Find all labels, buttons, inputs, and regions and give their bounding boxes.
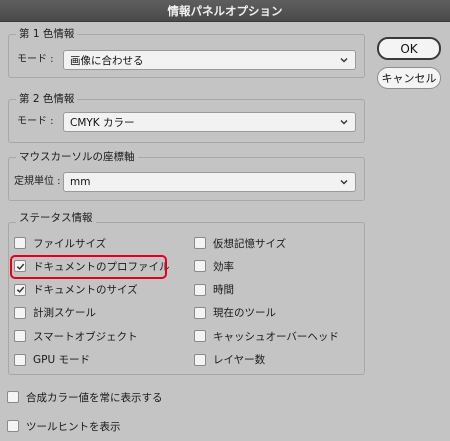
ok-button-label: OK xyxy=(400,41,418,56)
checkbox-label: キャッシュオーバーヘッド xyxy=(213,330,339,343)
highlight-annotation xyxy=(10,255,167,279)
checkbox[interactable] xyxy=(194,237,206,249)
checkbox[interactable] xyxy=(14,353,26,366)
checkbox-label: 合成カラー値を常に表示する xyxy=(26,391,163,404)
second-color-mode-select[interactable]: CMYK カラー xyxy=(63,112,356,132)
status-right-option-3[interactable]: 現在のツール xyxy=(194,306,276,320)
status-info-legend: ステータス情報 xyxy=(16,212,96,225)
checkmark-icon xyxy=(16,286,24,293)
status-right-option-0[interactable]: 仮想記憶サイズ xyxy=(194,236,286,250)
status-right-option-4[interactable]: キャッシュオーバーヘッド xyxy=(194,329,339,343)
cancel-button[interactable]: キャンセル xyxy=(377,67,441,89)
checkbox[interactable] xyxy=(194,306,206,319)
chevron-down-icon xyxy=(340,120,348,125)
window-title: 情報パネルオプション xyxy=(167,3,283,18)
first-color-mode-label: モード : xyxy=(17,54,54,65)
dialog-option-0[interactable]: 合成カラー値を常に表示する xyxy=(7,390,163,404)
first-color-mode-select[interactable]: 画像に合わせる xyxy=(63,50,356,70)
checkbox[interactable] xyxy=(14,306,26,319)
status-left-option-0[interactable]: ファイルサイズ xyxy=(14,236,106,250)
cancel-button-label: キャンセル xyxy=(381,72,437,85)
chevron-down-icon xyxy=(340,180,348,185)
checkbox-label: 時間 xyxy=(213,284,234,297)
checkbox[interactable] xyxy=(194,353,206,366)
checkbox[interactable] xyxy=(14,237,26,249)
checkbox-label: レイヤー数 xyxy=(213,354,266,366)
checkbox-label: 仮想記憶サイズ xyxy=(213,237,287,250)
status-right-option-5[interactable]: レイヤー数 xyxy=(194,353,265,367)
checkbox[interactable] xyxy=(7,391,19,403)
chevron-down-icon xyxy=(340,58,348,63)
status-left-option-5[interactable]: GPU モード xyxy=(14,353,90,367)
checkbox[interactable] xyxy=(14,330,26,343)
second-color-legend: 第 2 色情報 xyxy=(16,93,78,106)
checkbox-label: 計測スケール xyxy=(33,307,96,320)
status-left-option-2[interactable]: ドキュメントのサイズ xyxy=(14,283,138,297)
status-left-option-3[interactable]: 計測スケール xyxy=(14,306,96,320)
first-color-legend: 第 1 色情報 xyxy=(16,28,78,41)
status-right-option-2[interactable]: 時間 xyxy=(194,283,234,297)
dialog-option-1[interactable]: ツールヒントを表示 xyxy=(7,419,121,433)
ruler-unit-value: mm xyxy=(70,176,91,188)
ruler-unit-select[interactable]: mm xyxy=(63,172,356,192)
checkbox-label: ドキュメントのサイズ xyxy=(33,284,138,297)
checkbox-label: ツールヒントを表示 xyxy=(26,420,121,433)
window-titlebar: 情報パネルオプション xyxy=(0,0,450,22)
checkbox[interactable] xyxy=(194,330,206,343)
second-color-mode-value: CMYK カラー xyxy=(70,116,135,129)
status-right-option-1[interactable]: 効率 xyxy=(194,259,234,273)
second-color-mode-label: モード : xyxy=(17,116,54,127)
first-color-mode-value: 画像に合わせる xyxy=(70,54,144,67)
checkbox[interactable] xyxy=(194,260,206,273)
checkbox-label: 効率 xyxy=(213,260,234,273)
ruler-unit-label: 定規単位 : xyxy=(14,176,61,187)
checkbox-label: GPU モード xyxy=(33,354,90,366)
checkbox-label: ファイルサイズ xyxy=(33,237,107,250)
ok-button[interactable]: OK xyxy=(377,37,441,60)
checkbox[interactable] xyxy=(194,283,206,296)
checkbox[interactable] xyxy=(14,283,26,296)
checkbox[interactable] xyxy=(7,420,19,432)
checkbox-label: スマートオブジェクト xyxy=(33,330,138,343)
status-left-option-4[interactable]: スマートオブジェクト xyxy=(14,329,138,343)
checkbox-label: 現在のツール xyxy=(213,307,276,320)
mouse-coords-legend: マウスカーソルの座標軸 xyxy=(16,151,138,164)
